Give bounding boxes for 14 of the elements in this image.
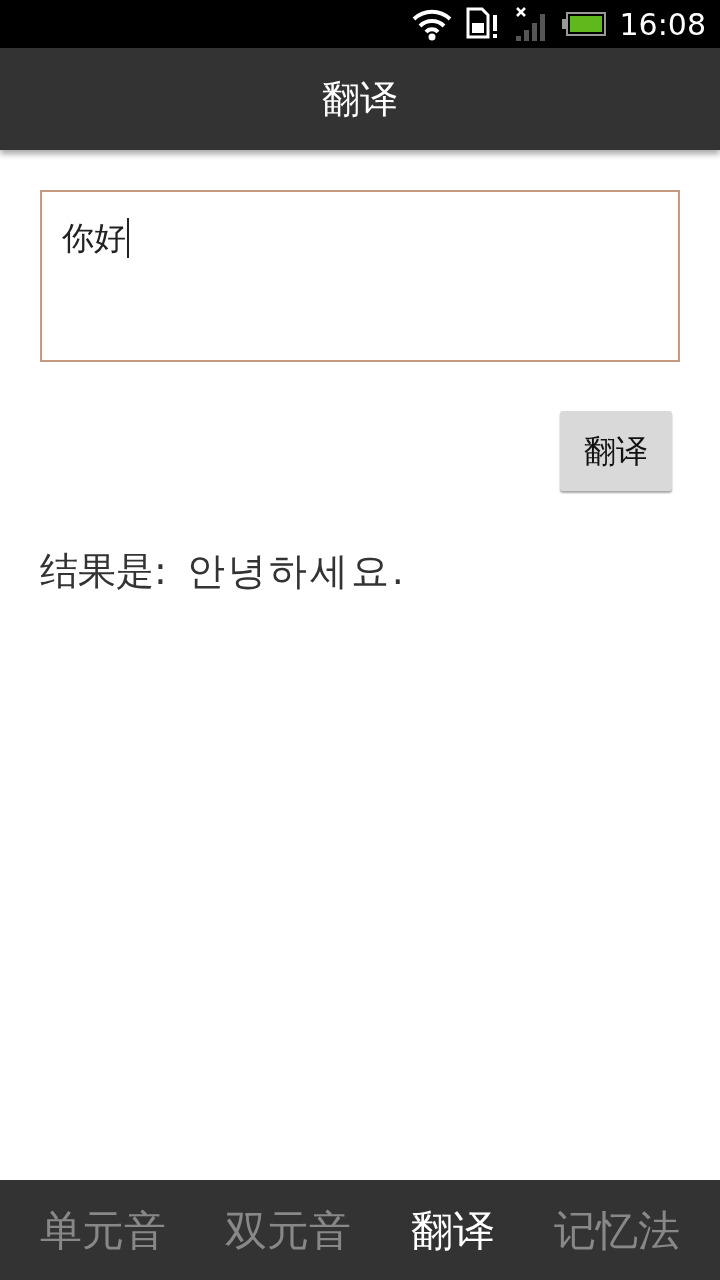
bottom-tab[interactable]: 翻译 [402, 1198, 503, 1262]
bottom-tab[interactable]: 单元音 [31, 1198, 174, 1262]
bottom-tab[interactable]: 双元音 [217, 1198, 360, 1262]
wifi-icon [411, 7, 452, 41]
result-text: 안녕하세요. [186, 548, 407, 595]
signal-icon [513, 6, 548, 42]
page-title: 翻译 [322, 75, 398, 123]
translate-button[interactable]: 翻译 [560, 411, 672, 491]
status-time: 16:08 [619, 5, 706, 44]
battery-icon [561, 12, 606, 36]
result-label: 结果是: [40, 548, 167, 595]
bottom-tab[interactable]: 记忆法 [546, 1198, 689, 1262]
sim-alert-icon [465, 7, 500, 41]
input-field[interactable]: 你好 [40, 190, 680, 362]
